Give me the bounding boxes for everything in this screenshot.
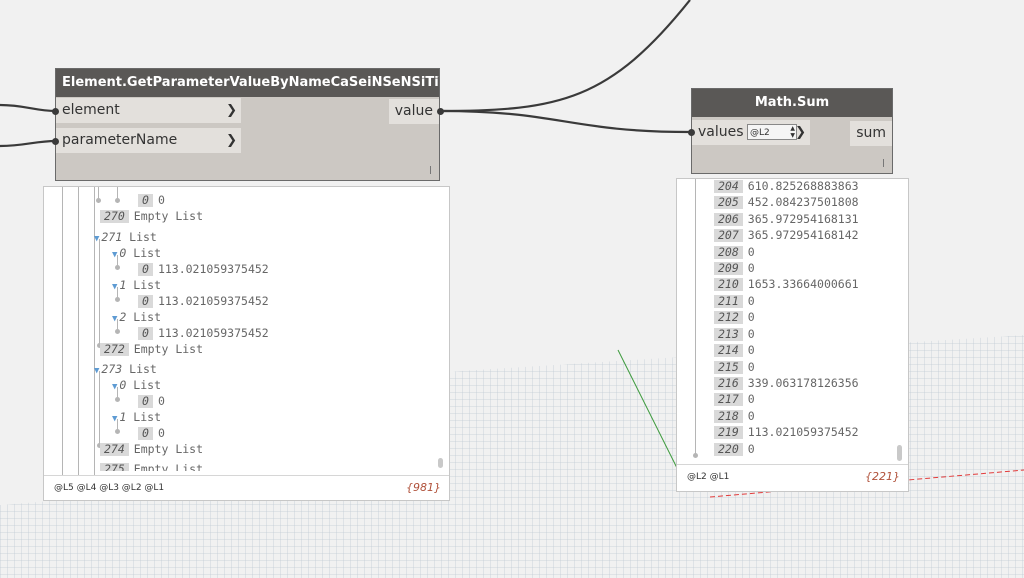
node-title[interactable]: Element.GetParameterValueByNameCaSeiNSeN…: [56, 69, 439, 97]
preview-bubble-get-parameter[interactable]: 00 270 Empty List ▼ 271 List ▼ 0 List 0 113.…: [43, 186, 450, 501]
preview-scrollbar[interactable]: [897, 445, 902, 461]
output-connector-value[interactable]: [437, 108, 444, 115]
wire-parameter-input: [0, 139, 57, 148]
wire-value-to-values: [440, 109, 691, 134]
tree-row: 206 365.972954168131: [714, 211, 859, 227]
input-connector-element[interactable]: [52, 108, 59, 115]
wire-upper-output: [440, 0, 691, 113]
port-label: parameterName: [62, 132, 178, 148]
list-levels[interactable]: @L5 @L4 @L3 @L2 @L1: [54, 483, 164, 493]
port-label: element: [62, 102, 120, 118]
tree-row: 209 0: [714, 260, 755, 276]
wire-element-input: [0, 103, 57, 113]
tree-row: 00: [138, 425, 165, 441]
node-title[interactable]: Math.Sum: [692, 89, 892, 117]
tree-row: 205 452.084237501808: [714, 194, 859, 210]
tree-row: 211 0: [714, 293, 755, 309]
tree-row[interactable]: ▼ 0 List: [112, 377, 161, 393]
input-port-element[interactable]: element ❯: [56, 98, 241, 123]
preview-footer: @L2 @L1 {221}: [677, 464, 908, 491]
tree-row[interactable]: ▼ 273 List: [94, 361, 157, 377]
node-get-parameter-value[interactable]: Element.GetParameterValueByNameCaSeiNSeN…: [55, 68, 440, 181]
item-count: {221}: [865, 470, 900, 483]
tree-row[interactable]: ▼ 1 List: [112, 409, 161, 425]
tree-row: 216 339.063178126356: [714, 375, 859, 391]
tree-row: 213 0: [714, 326, 755, 342]
tree-row: 218 0: [714, 408, 755, 424]
tree-row[interactable]: ▼ 1 List: [112, 277, 161, 293]
tree-row: 220 0: [714, 441, 755, 457]
resize-grip-icon[interactable]: [883, 159, 884, 167]
tree-row: 0 113.021059375452: [138, 325, 269, 341]
tree-row: 0 113.021059375452: [138, 293, 269, 309]
input-port-values[interactable]: values @L2 ▲ ▼ ❯: [692, 120, 810, 145]
tree-row: 270 Empty List: [100, 208, 203, 224]
tree-row: 215 0: [714, 359, 755, 375]
preview-scrollbar[interactable]: [438, 458, 443, 468]
lacing-selector[interactable]: @L2 ▲ ▼: [747, 124, 797, 140]
chevron-right-icon[interactable]: ❯: [795, 120, 806, 145]
tree-row: 210 1653.33664000661: [714, 276, 859, 292]
output-port-value[interactable]: value: [388, 99, 439, 124]
node-math-sum[interactable]: Math.Sum values @L2 ▲ ▼ ❯ sum: [691, 88, 893, 174]
resize-grip-icon[interactable]: [430, 166, 431, 174]
input-connector-values[interactable]: [688, 129, 695, 136]
tree-row: 274 Empty List: [100, 441, 203, 457]
tree-row: 217 0: [714, 391, 755, 407]
tree-row: 208 0: [714, 244, 755, 260]
tree-row[interactable]: ▼ 2 List: [112, 309, 161, 325]
tree-row: 219 113.021059375452: [714, 424, 859, 440]
tree-row: 212 0: [714, 309, 755, 325]
tree-row[interactable]: ▼ 271 List: [94, 229, 157, 245]
preview-bubble-math-sum[interactable]: 204 610.825268883863 205 452.084237501808 …: [676, 178, 909, 492]
chevron-right-icon[interactable]: ❯: [226, 128, 237, 153]
tree-row[interactable]: ▼ 0 List: [112, 245, 161, 261]
tree-row: 0 113.021059375452: [138, 261, 269, 277]
list-levels[interactable]: @L2 @L1: [687, 472, 729, 482]
chevron-right-icon[interactable]: ❯: [226, 98, 237, 123]
tree-row: 272 Empty List: [100, 341, 203, 357]
tree-row: 275 Empty List: [100, 461, 203, 471]
tree-row: 00: [138, 192, 165, 208]
tree-row: 00: [138, 393, 165, 409]
tree-row: 204 610.825268883863: [714, 179, 859, 194]
tree-row: 214 0: [714, 342, 755, 358]
output-port-sum[interactable]: sum: [850, 121, 892, 146]
port-label: values: [698, 124, 744, 140]
tree-row: 207 365.972954168142: [714, 227, 859, 243]
input-connector-parametername[interactable]: [52, 138, 59, 145]
preview-footer: @L5 @L4 @L3 @L2 @L1 {981}: [44, 475, 449, 500]
input-port-parametername[interactable]: parameterName ❯: [56, 128, 241, 153]
item-count: {981}: [406, 481, 441, 494]
